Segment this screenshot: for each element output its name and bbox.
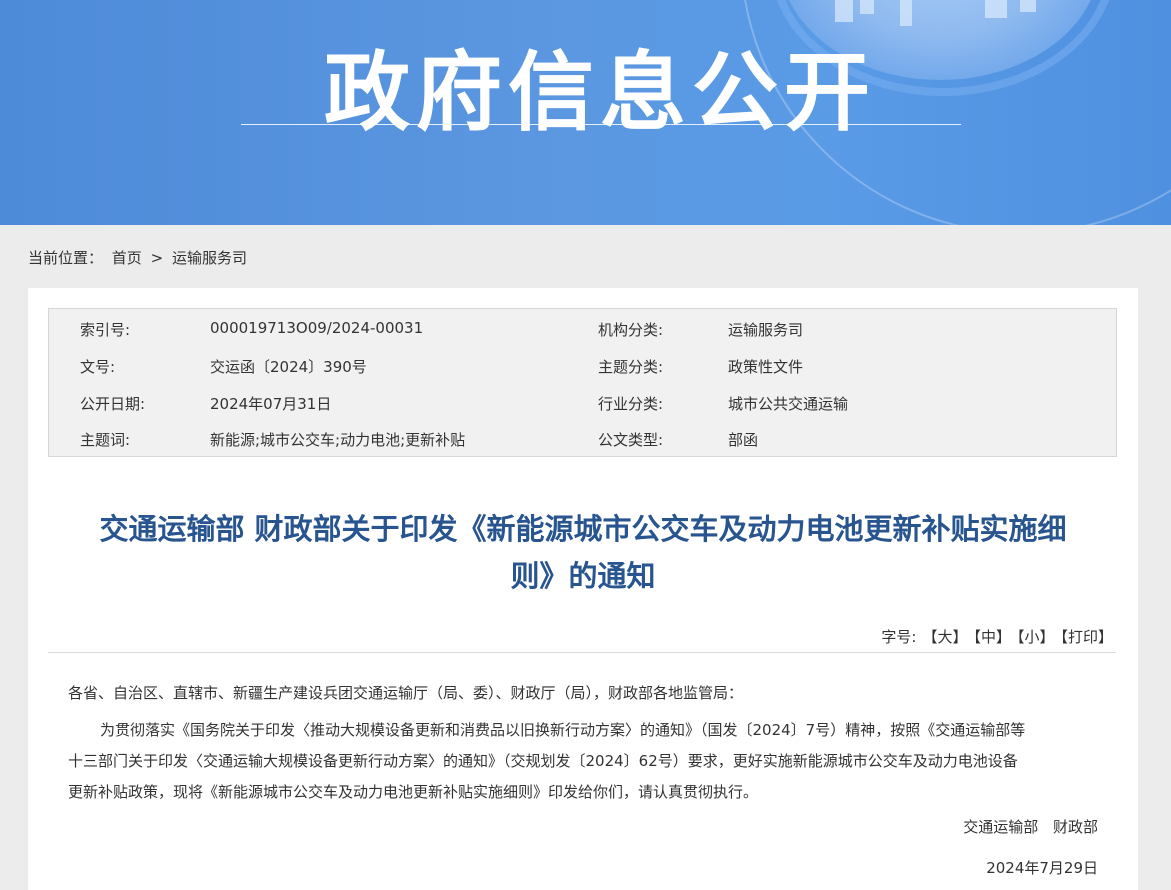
metadata-value: 运输服务司 xyxy=(728,321,804,339)
metadata-row: 文号: 交运函〔2024〕390号 主题分类: 政策性文件 xyxy=(49,356,1116,392)
banner-title: 政府信息公开 xyxy=(324,43,876,143)
document-metadata-table: 索引号: 000019713O09/2024-00031 机构分类: 运输服务司… xyxy=(48,308,1117,457)
signer: 财政部 xyxy=(1052,818,1098,836)
breadcrumb-home-link[interactable]: 首页 xyxy=(112,249,142,267)
metadata-value: 新能源;城市公交车;动力电池;更新补贴 xyxy=(210,431,466,449)
metadata-value: 2024年07月31日 xyxy=(210,395,332,413)
metadata-label: 行业分类: xyxy=(598,395,664,413)
signer: 交通运输部 xyxy=(963,818,1039,836)
metadata-label: 文号: xyxy=(80,358,116,376)
font-size-label: 字号: xyxy=(881,628,917,646)
article-card: 索引号: 000019713O09/2024-00031 机构分类: 运输服务司… xyxy=(28,288,1138,890)
banner-decoration xyxy=(1020,0,1036,12)
metadata-label: 主题分类: xyxy=(598,358,664,376)
metadata-value: 交运函〔2024〕390号 xyxy=(210,358,367,376)
banner-decoration xyxy=(985,0,1007,18)
metadata-value: 城市公共交通运输 xyxy=(728,395,849,413)
font-small-button[interactable]: 【小】 xyxy=(1017,628,1055,646)
font-medium-button[interactable]: 【中】 xyxy=(973,628,1011,646)
print-button[interactable]: 【打印】 xyxy=(1060,628,1113,646)
metadata-label: 索引号: xyxy=(80,321,131,339)
font-size-toolbar: 字号: 【大】 【中】 【小】 【打印】 xyxy=(881,626,1113,647)
breadcrumb: 当前位置： 首页 > 运输服务司 xyxy=(28,247,251,268)
metadata-value: 部函 xyxy=(728,431,759,449)
metadata-label: 公开日期: xyxy=(80,395,146,413)
breadcrumb-separator: > xyxy=(150,249,164,267)
metadata-row: 索引号: 000019713O09/2024-00031 机构分类: 运输服务司 xyxy=(49,319,1116,355)
metadata-label: 公文类型: xyxy=(598,431,664,449)
header-banner: 政府信息公开 xyxy=(0,0,1171,225)
body-paragraph: 为贯彻落实《国务院关于印发〈推动大规模设备更新和消费品以旧换新行动方案〉的通知》… xyxy=(68,715,1098,808)
signature-block: 交通运输部 财政部 xyxy=(953,816,1098,837)
article-title: 交通运输部 财政部关于印发《新能源城市公交车及动力电池更新补贴实施细 则》的通知 xyxy=(28,506,1138,600)
paragraph-line: 为贯彻落实《国务院关于印发〈推动大规模设备更新和消费品以旧换新行动方案〉的通知》… xyxy=(100,721,1026,739)
paragraph-line: 更新补贴政策，现将《新能源城市公交车及动力电池更新补贴实施细则》印发给你们，请认… xyxy=(68,783,759,801)
font-large-button[interactable]: 【大】 xyxy=(922,628,967,646)
metadata-label: 主题词: xyxy=(80,431,131,449)
article-title-line: 交通运输部 财政部关于印发《新能源城市公交车及动力电池更新补贴实施细 xyxy=(99,512,1067,546)
issue-date: 2024年7月29日 xyxy=(986,859,1098,877)
paragraph-line: 十三部门关于印发〈交通运输大规模设备更新行动方案〉的通知》（交规划发〔2024〕… xyxy=(68,752,1018,770)
metadata-value: 政策性文件 xyxy=(728,358,804,376)
breadcrumb-label: 当前位置： xyxy=(28,249,104,267)
metadata-value: 000019713O09/2024-00031 xyxy=(210,319,424,337)
metadata-label: 机构分类: xyxy=(598,321,664,339)
breadcrumb-current-link[interactable]: 运输服务司 xyxy=(172,249,247,267)
metadata-row: 主题词: 新能源;城市公交车;动力电池;更新补贴 公文类型: 部函 xyxy=(49,429,1116,465)
divider xyxy=(48,652,1116,653)
salutation: 各省、自治区、直辖市、新疆生产建设兵团交通运输厅（局、委）、财政厅（局），财政部… xyxy=(68,684,744,702)
banner-decoration xyxy=(835,0,853,22)
article-title-line: 则》的通知 xyxy=(510,559,656,593)
metadata-row: 公开日期: 2024年07月31日 行业分类: 城市公共交通运输 xyxy=(49,393,1116,429)
banner-title-underline xyxy=(241,124,961,125)
article-body: 各省、自治区、直辖市、新疆生产建设兵团交通运输厅（局、委）、财政厅（局），财政部… xyxy=(68,678,1098,808)
banner-decoration xyxy=(860,0,874,14)
